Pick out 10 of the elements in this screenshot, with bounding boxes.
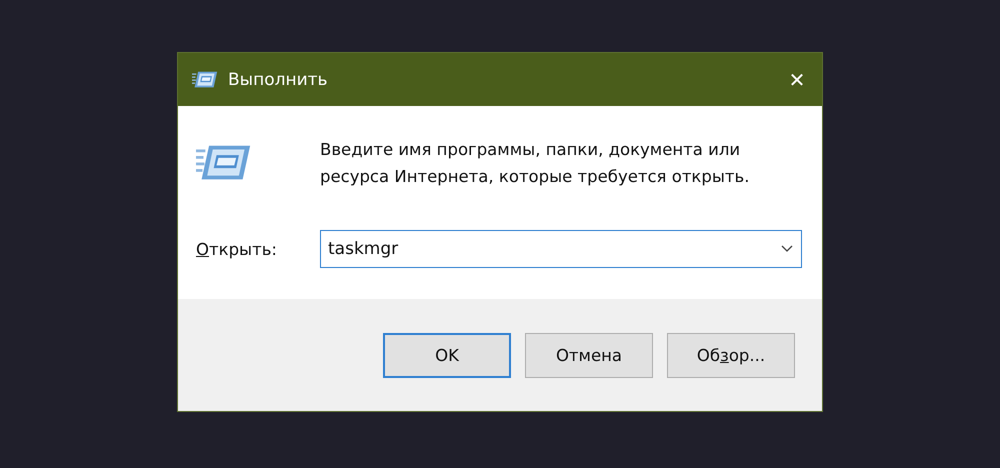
chevron-down-icon[interactable] [781,245,793,253]
dialog-button[interactable]: OK [383,333,511,378]
window-title: Выполнить [228,70,329,90]
dialog-button[interactable]: Отмена [525,333,653,378]
command-combobox[interactable]: taskmgr [320,230,802,268]
run-icon [192,70,218,89]
dialog-button[interactable]: Обзор... [667,333,795,378]
close-button[interactable]: ✕ [772,53,822,106]
instruction-text: Введите имя программы, папки, документа или ресурса Интернета, которые требуется открыть. [320,139,750,188]
open-label: Открыть: [196,240,278,258]
